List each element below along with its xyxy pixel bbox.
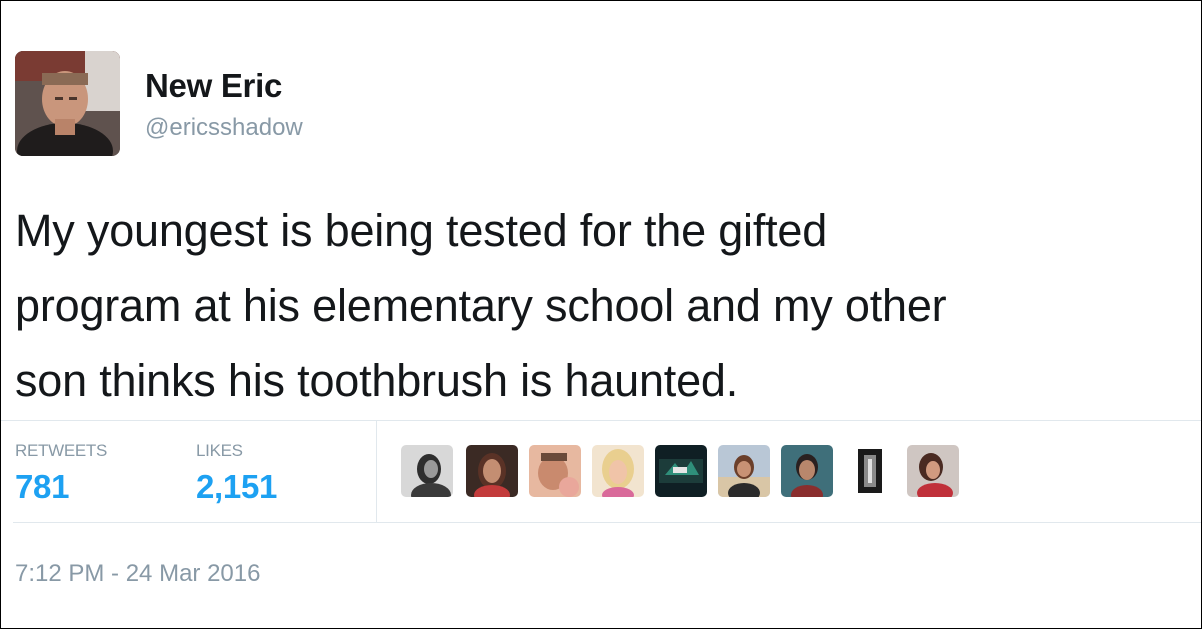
tweet-text: My youngest is being tested for the gift… [15,193,1195,418]
liker-photo-icon [592,445,644,497]
stats-bottom-divider [13,522,1201,523]
author-display-name[interactable]: New Eric [145,67,282,105]
author-handle[interactable]: @ericsshadow [145,114,303,142]
liker-avatar[interactable] [466,445,518,497]
liker-avatar[interactable] [781,445,833,497]
liker-photo-icon [401,445,453,497]
tweet-text-line: program at his elementary school and my … [15,280,947,331]
retweets-label: RETWEETS [15,441,108,460]
liker-photo-icon [907,445,959,497]
tweet-card: New Eric @ericsshadow My youngest is bei… [0,0,1202,629]
liker-avatar[interactable] [844,445,896,497]
liker-photo-icon [718,445,770,497]
author-avatar[interactable] [15,51,120,156]
liker-photo-icon [781,445,833,497]
liker-avatar[interactable] [529,445,581,497]
likes-label: LIKES [196,441,243,460]
stats-vertical-divider [376,421,377,522]
tweet-timestamp[interactable]: 7:12 PM - 24 Mar 2016 [15,560,260,588]
liker-avatar[interactable] [718,445,770,497]
tweet-text-line: My youngest is being tested for the gift… [15,205,828,256]
retweets-stat[interactable]: RETWEETS 781 [15,441,107,506]
liker-avatar[interactable] [655,445,707,497]
liker-photo-icon [844,445,896,497]
liker-avatar[interactable] [907,445,959,497]
liker-photo-icon [655,445,707,497]
tweet-text-line: son thinks his toothbrush is haunted. [15,355,739,406]
retweets-count: 781 [15,468,70,505]
liker-photo-icon [466,445,518,497]
likes-count: 2,151 [196,468,278,505]
avatar-photo-icon [15,51,120,156]
likes-stat[interactable]: LIKES 2,151 [196,441,277,506]
stats-top-divider [1,420,1201,421]
liker-photo-icon [529,445,581,497]
liker-avatar[interactable] [592,445,644,497]
liker-avatar[interactable] [401,445,453,497]
